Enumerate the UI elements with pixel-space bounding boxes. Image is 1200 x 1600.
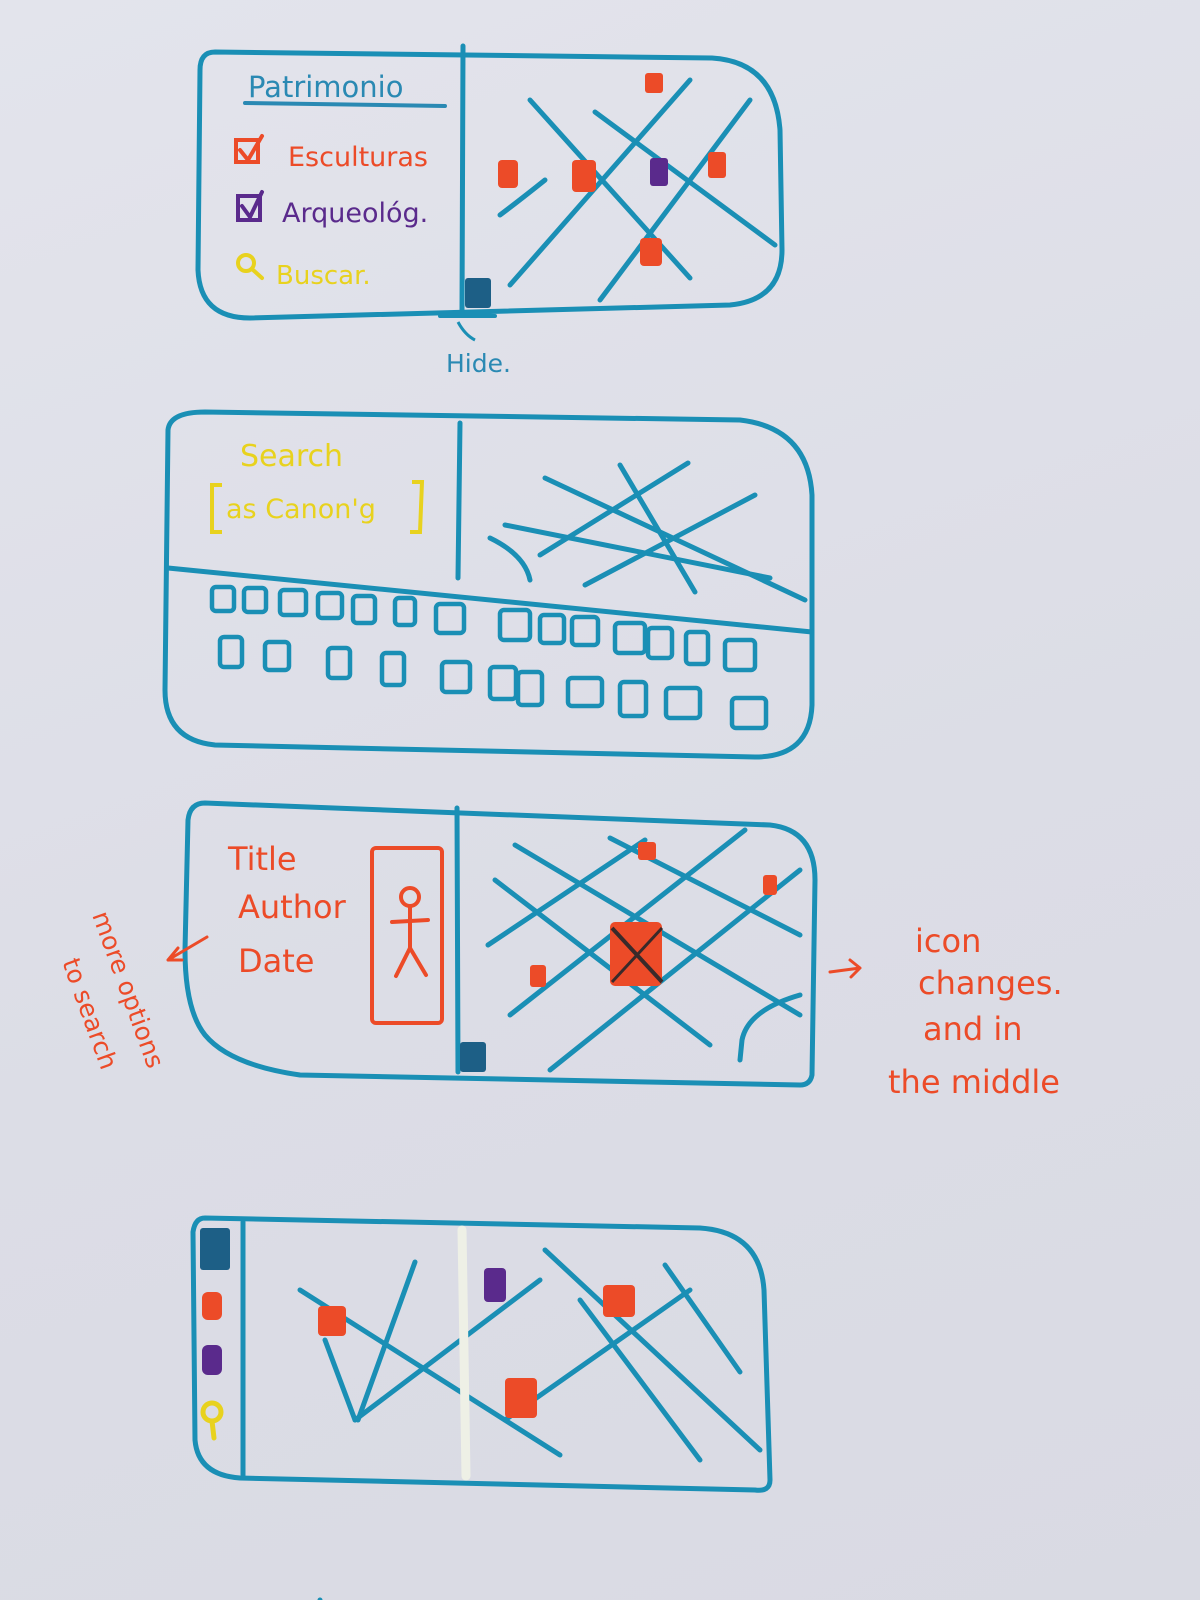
sculpture-marker[interactable] xyxy=(603,1285,635,1317)
sketch2-search-panel: Search as Canon'g xyxy=(210,439,425,534)
layer-checkbox-sculptures[interactable] xyxy=(234,134,264,164)
sculpture-marker[interactable] xyxy=(763,875,777,895)
detail-date: Date xyxy=(238,942,314,980)
archaeology-marker[interactable] xyxy=(650,158,668,186)
artwork-image xyxy=(370,846,444,1025)
magnifier-icon[interactable] xyxy=(236,253,264,280)
sculpture-marker[interactable] xyxy=(640,238,662,266)
layer-label-sculptures: Esculturas xyxy=(288,142,428,173)
layer-label-archaeology: Arqueológ. xyxy=(282,198,428,229)
hide-panel-toggle[interactable] xyxy=(465,278,491,308)
sketch2-result-thumbnails xyxy=(209,584,769,731)
sketch4-icon-rail xyxy=(200,1228,230,1441)
sketch1-map-roads xyxy=(497,77,778,303)
hide-arrow xyxy=(456,321,476,342)
hide-panel-toggle[interactable] xyxy=(460,1042,486,1072)
wireframe-sketches: Patrimonio Esculturas Arqueológ. Buscar.… xyxy=(56,43,1063,1600)
sculpture-marker[interactable] xyxy=(505,1378,537,1418)
search-field-bracket-left xyxy=(210,483,222,534)
sculpture-marker[interactable] xyxy=(498,160,518,188)
note-icon-changes: icon changes. and in the middle xyxy=(888,922,1063,1101)
svg-text:icon: icon xyxy=(915,922,981,960)
layer-checkbox-archaeology[interactable] xyxy=(236,190,264,222)
sculpture-marker[interactable] xyxy=(645,73,663,93)
sculpture-marker[interactable] xyxy=(638,842,656,860)
sketch4-map-roads xyxy=(297,1247,763,1600)
search-input[interactable]: as Canon'g xyxy=(226,494,376,525)
svg-text:changes.: changes. xyxy=(918,964,1063,1002)
svg-text:and in: and in xyxy=(923,1010,1023,1048)
search-link[interactable]: Buscar. xyxy=(276,261,371,291)
hide-annotation: Hide. xyxy=(446,349,511,378)
note-more-options: more options to search xyxy=(56,907,170,1073)
layers-icon[interactable] xyxy=(200,1228,230,1270)
sketch3-markers xyxy=(460,842,777,1072)
sketch-paper: Patrimonio Esculturas Arqueológ. Buscar.… xyxy=(0,0,1200,1600)
sketch3-detail-panel: Title Author Date xyxy=(227,840,444,1025)
correction-fluid-divider xyxy=(457,1225,471,1481)
sculpture-marker[interactable] xyxy=(572,160,596,192)
search-heading: Search xyxy=(240,439,343,474)
search-field-bracket-right xyxy=(410,480,425,534)
archaeology-marker[interactable] xyxy=(484,1268,506,1302)
panel-heading: Patrimonio xyxy=(248,70,403,104)
sculpture-icon[interactable] xyxy=(202,1292,222,1320)
sculpture-marker[interactable] xyxy=(708,152,726,178)
sculpture-marker[interactable] xyxy=(318,1306,346,1336)
sketch4-frame xyxy=(190,1215,773,1493)
sketch1-side-panel: Patrimonio Esculturas Arqueológ. Buscar. xyxy=(234,70,428,291)
archaeology-icon[interactable] xyxy=(202,1345,222,1375)
svg-text:the middle: the middle xyxy=(888,1063,1060,1101)
sketch2-map-roads xyxy=(487,460,808,603)
note-arrow-right xyxy=(828,958,862,979)
search-icon[interactable] xyxy=(200,1400,224,1441)
detail-title: Title xyxy=(227,840,297,878)
detail-author: Author xyxy=(238,888,347,926)
sculpture-marker[interactable] xyxy=(530,965,546,987)
